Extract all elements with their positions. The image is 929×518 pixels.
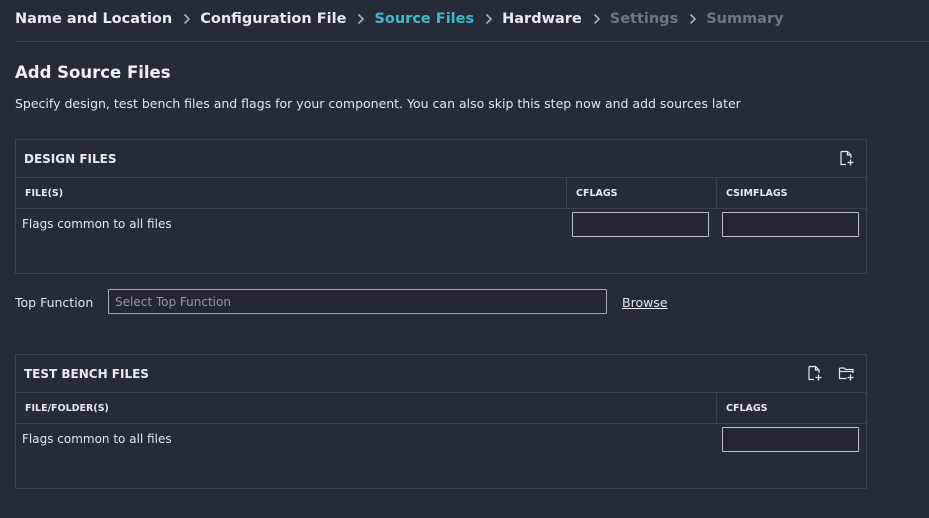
design-files-title: DESIGN FILES bbox=[24, 151, 117, 166]
header-divider bbox=[15, 41, 929, 42]
top-function-input[interactable] bbox=[108, 289, 607, 314]
step-name-and-location[interactable]: Name and Location bbox=[15, 11, 172, 27]
column-header-file-folders: FILE/FOLDER(S) bbox=[25, 402, 109, 414]
design-files-common-row: Flags common to all files bbox=[16, 209, 866, 239]
test-bench-files-header: TEST BENCH FILES bbox=[16, 355, 866, 393]
test-bench-cflags-input[interactable] bbox=[722, 426, 859, 452]
design-csimflags-input[interactable] bbox=[722, 211, 859, 237]
csimflags-cell bbox=[722, 211, 862, 237]
page-title: Add Source Files bbox=[15, 63, 171, 82]
common-flags-label: Flags common to all files bbox=[22, 217, 172, 231]
cflags-cell bbox=[572, 211, 722, 237]
top-function-label: Top Function bbox=[15, 295, 94, 310]
design-files-column-headers: FILE(S) CFLAGS CSIMFLAGS bbox=[16, 178, 866, 209]
step-hardware[interactable]: Hardware bbox=[502, 11, 582, 27]
add-file-icon[interactable] bbox=[804, 365, 824, 383]
column-header-csimflags: CSIMFLAGS bbox=[716, 178, 866, 208]
step-source-files[interactable]: Source Files bbox=[374, 11, 474, 27]
browse-link[interactable]: Browse bbox=[622, 295, 668, 310]
cflags-cell bbox=[722, 426, 862, 452]
step-summary: Summary bbox=[706, 11, 784, 27]
column-header-cflags: CFLAGS bbox=[566, 178, 716, 208]
page-description: Specify design, test bench files and fla… bbox=[15, 96, 741, 111]
design-cflags-input[interactable] bbox=[572, 211, 709, 237]
step-configuration-file[interactable]: Configuration File bbox=[200, 11, 346, 27]
column-header-files: FILE(S) bbox=[25, 187, 64, 199]
test-bench-files-panel: TEST BENCH FILES FILE/FOLDER(S) CFLAGS F… bbox=[15, 354, 867, 489]
add-file-icon[interactable] bbox=[836, 150, 856, 168]
design-files-header: DESIGN FILES bbox=[16, 140, 866, 178]
chevron-right-icon bbox=[485, 13, 493, 25]
chevron-right-icon bbox=[593, 13, 601, 25]
test-bench-column-headers: FILE/FOLDER(S) CFLAGS bbox=[16, 393, 866, 424]
chevron-right-icon bbox=[183, 13, 191, 25]
common-flags-label: Flags common to all files bbox=[22, 432, 172, 446]
chevron-right-icon bbox=[357, 13, 365, 25]
add-folder-icon[interactable] bbox=[836, 365, 856, 383]
column-header-cflags: CFLAGS bbox=[716, 393, 866, 423]
design-files-panel: DESIGN FILES FILE(S) CFLAGS CSIMFLAGS Fl… bbox=[15, 139, 867, 274]
test-bench-files-title: TEST BENCH FILES bbox=[24, 366, 149, 381]
step-settings: Settings bbox=[609, 11, 679, 27]
chevron-right-icon bbox=[689, 13, 697, 25]
wizard-breadcrumb: Name and Location Configuration File Sou… bbox=[15, 9, 784, 29]
test-bench-common-row: Flags common to all files bbox=[16, 424, 866, 454]
